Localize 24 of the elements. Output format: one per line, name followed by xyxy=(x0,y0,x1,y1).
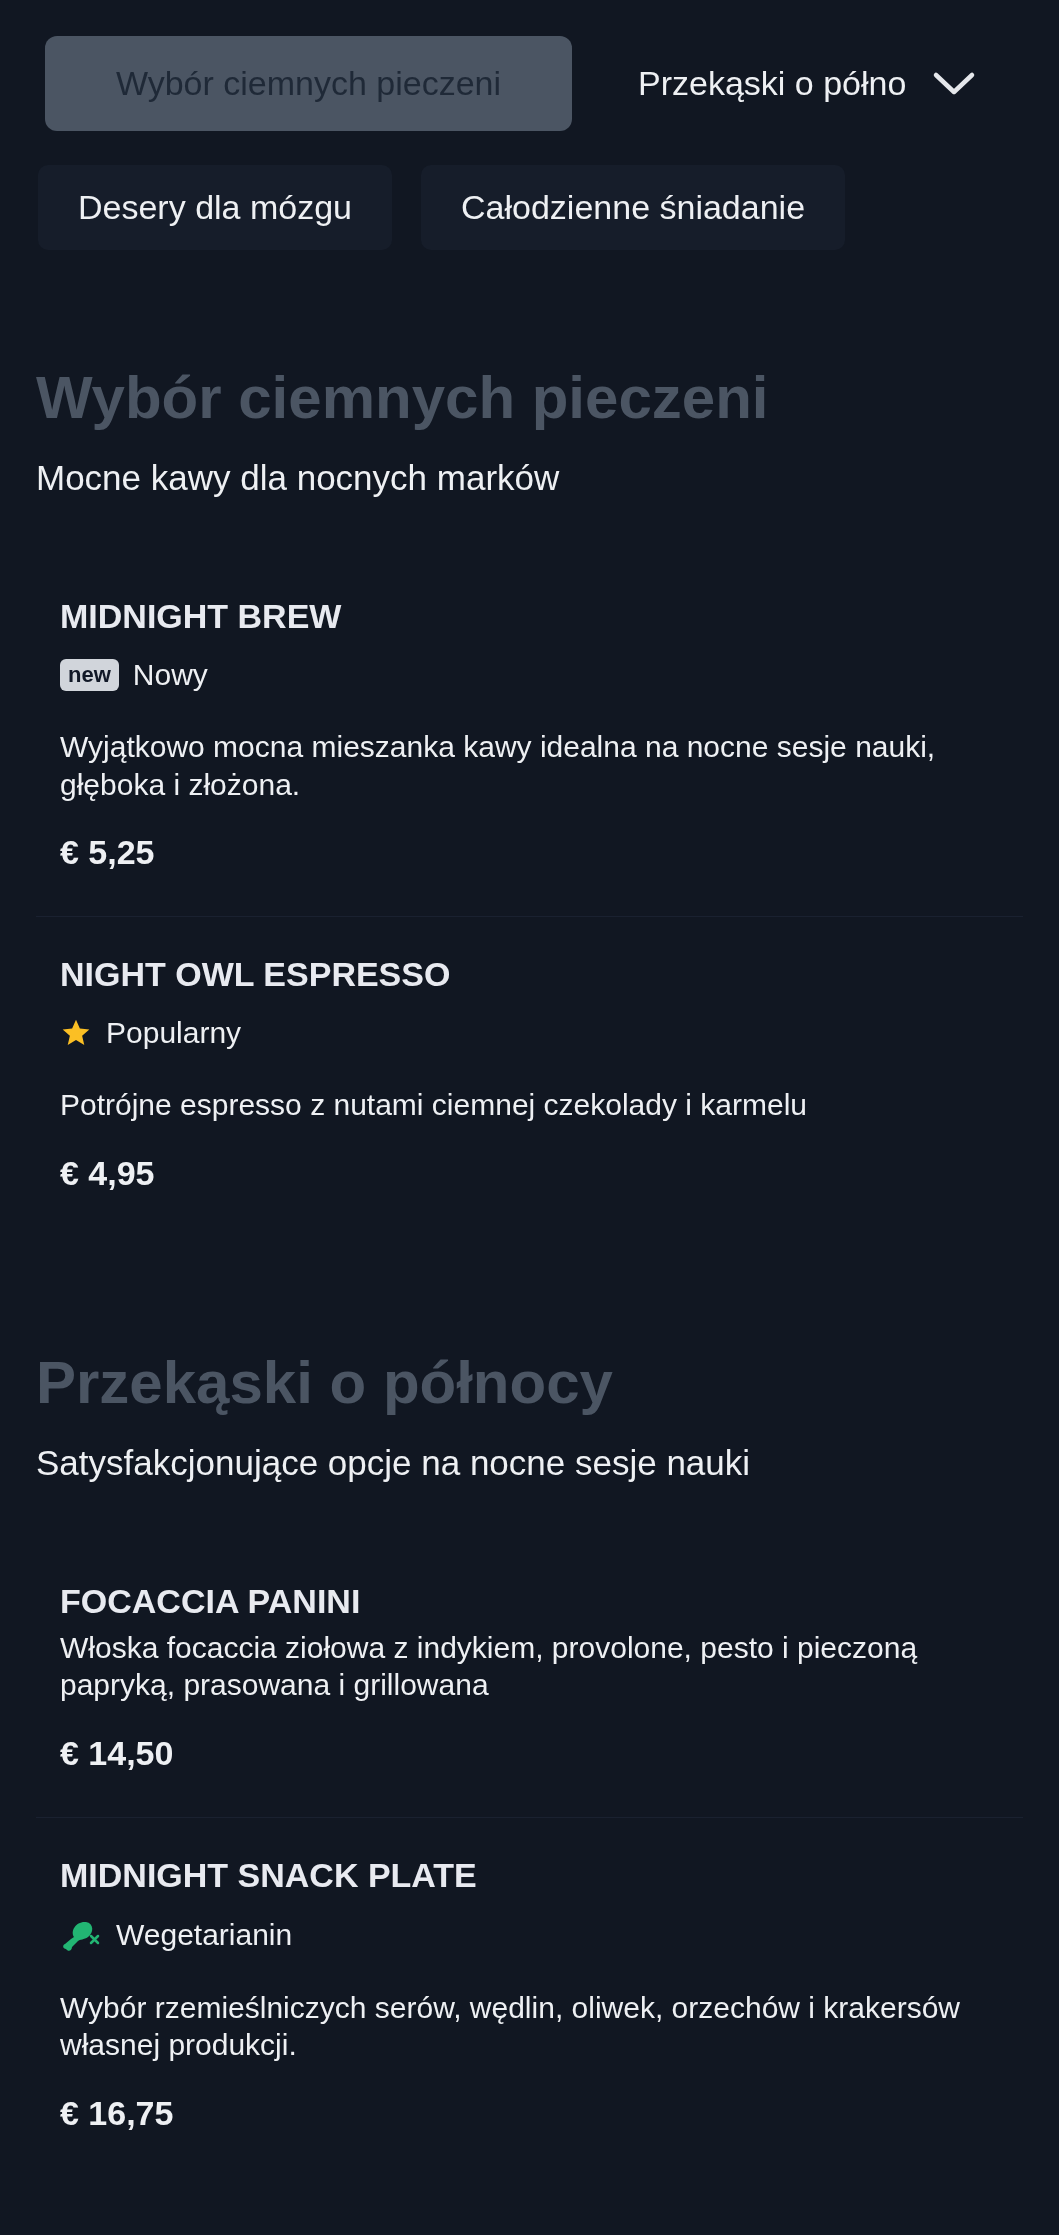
badge-label: Wegetarianin xyxy=(116,1917,293,1952)
item-price: € 14,50 xyxy=(60,1733,175,1773)
section-title: Wybór ciemnych pieczeni xyxy=(36,363,770,433)
item-name: FOCACCIA PANINI xyxy=(60,1581,362,1621)
badge-label: Popularny xyxy=(106,1016,242,1050)
badge-label: Nowy xyxy=(132,658,208,692)
item-description: Wyjątkowo mocna mieszanka kawy idealna na nocne sesje nauki, głęboka i złożona. xyxy=(60,729,937,803)
chevron-down-icon[interactable] xyxy=(932,70,977,97)
category-tab[interactable]: Całodzienne śniadanie xyxy=(421,165,846,250)
item-price: € 4,95 xyxy=(60,1153,156,1193)
item-name: MIDNIGHT BREW xyxy=(60,597,343,636)
section-subtitle: Mocne kawy dla nocnych marków xyxy=(36,458,561,498)
item-name: MIDNIGHT SNACK PLATE xyxy=(60,1855,478,1895)
item-description: Wybór rzemieślniczych serów, wędlin, oliwek, orzechów i krakersów własnej produkcji. xyxy=(60,1989,961,2063)
item-description: Włoska focaccia ziołowa z indykiem, provolone, pesto i pieczoną papryką, prasowana i grillowana xyxy=(60,1629,919,1703)
section-subtitle: Satysfakcjonujące opcje na nocne sesje nauki xyxy=(36,1442,752,1483)
category-tab[interactable]: Desery dla mózgu xyxy=(38,165,392,250)
item-price: € 16,75 xyxy=(60,2093,175,2133)
item-description: Potrójne espresso z nutami ciemnej czekolady i karmelu xyxy=(60,1087,808,1123)
new-tag: new xyxy=(60,659,119,691)
category-tab[interactable]: Przekąski o półno xyxy=(572,36,907,131)
item-name: NIGHT OWL ESPRESSO xyxy=(60,955,452,994)
section-title: Przekąski o północy xyxy=(36,1347,614,1418)
item-price: € 5,25 xyxy=(60,833,156,872)
